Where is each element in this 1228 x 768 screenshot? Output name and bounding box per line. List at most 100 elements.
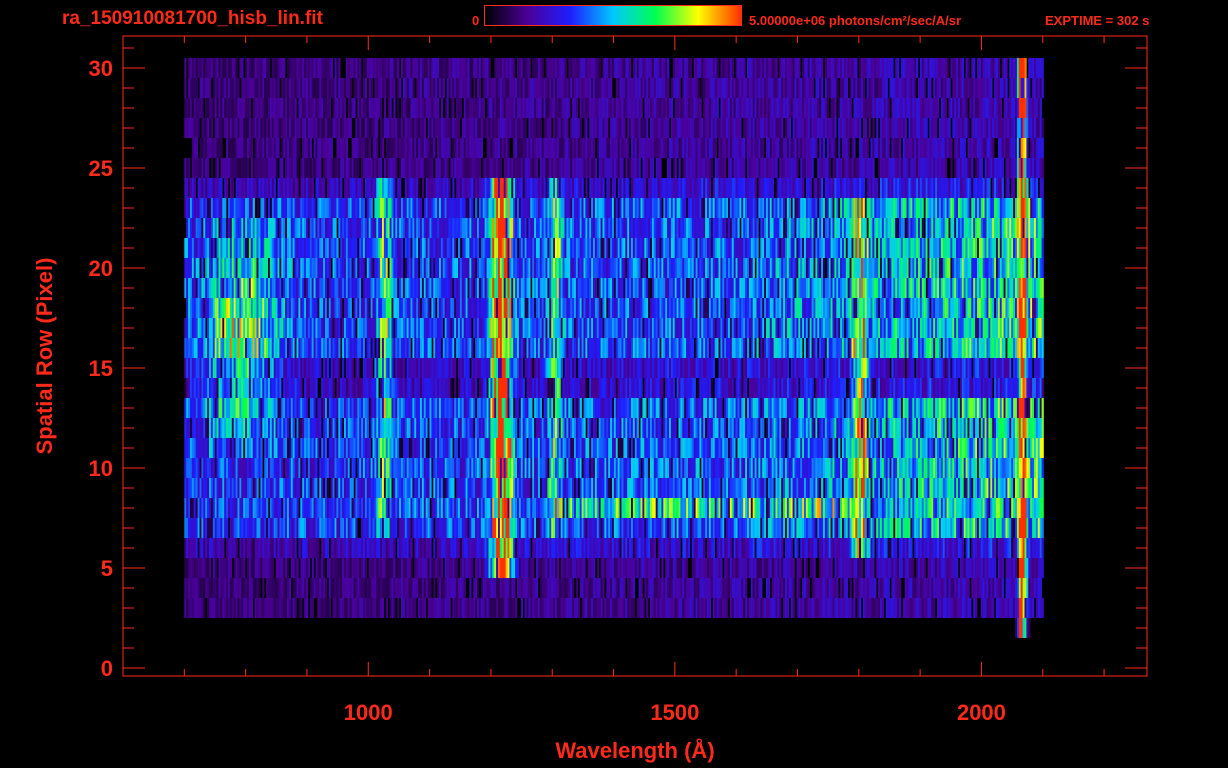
heatmap-cell	[465, 598, 468, 618]
heatmap-cell	[315, 398, 318, 418]
heatmap-cell	[747, 458, 750, 478]
heatmap-cell	[423, 438, 426, 458]
heatmap-cell	[1022, 558, 1025, 578]
heatmap-cell	[556, 598, 560, 618]
heatmap-cell	[587, 478, 590, 498]
heatmap-cell	[593, 558, 596, 578]
heatmap-cell	[549, 398, 552, 418]
heatmap-cell	[752, 438, 755, 458]
heatmap-cell	[764, 458, 767, 478]
heatmap-cell	[809, 598, 812, 618]
heatmap-cell	[627, 578, 630, 598]
heatmap-cell	[351, 378, 354, 398]
heatmap-cell	[988, 558, 991, 578]
heatmap-cell	[604, 418, 607, 438]
heatmap-cell	[307, 558, 311, 578]
heatmap-cell	[517, 458, 520, 478]
heatmap-cell	[222, 378, 225, 398]
heatmap-cell	[347, 538, 350, 558]
heatmap-cell	[277, 438, 280, 458]
heatmap-cell	[927, 398, 930, 418]
heatmap-cell	[686, 558, 689, 578]
heatmap-cell	[754, 418, 757, 438]
heatmap-cell	[433, 378, 436, 398]
heatmap-cell	[933, 518, 936, 538]
heatmap-cell	[788, 398, 791, 418]
heatmap-cell	[326, 538, 330, 558]
heatmap-cell	[383, 378, 387, 398]
heatmap-cell	[520, 578, 523, 598]
heatmap-cell	[572, 518, 575, 538]
heatmap-cell	[682, 498, 685, 518]
heatmap-cell	[210, 498, 214, 518]
heatmap-cell	[937, 478, 940, 498]
heatmap-cell	[615, 558, 618, 578]
heatmap-cell	[201, 418, 204, 438]
heatmap-cell	[446, 458, 449, 478]
heatmap-cell	[357, 438, 360, 458]
heatmap-cell	[961, 558, 964, 578]
heatmap-cell	[484, 558, 487, 578]
heatmap-cell	[895, 558, 898, 578]
heatmap-cell	[952, 418, 955, 438]
heatmap-cell	[959, 578, 963, 598]
heatmap-cell	[399, 558, 402, 578]
heatmap-cell	[855, 498, 858, 518]
heatmap-cell	[231, 458, 234, 478]
heatmap-cell	[214, 418, 217, 438]
heatmap-cell	[277, 498, 280, 518]
heatmap-cell	[670, 518, 674, 538]
heatmap-cell	[802, 598, 805, 618]
heatmap-cell	[853, 438, 856, 458]
heatmap-cell	[555, 418, 558, 438]
heatmap-cell	[313, 578, 316, 598]
heatmap-cell	[642, 538, 645, 558]
heatmap-cell	[401, 478, 404, 498]
heatmap-cell	[805, 538, 809, 558]
heatmap-cell	[393, 538, 396, 558]
heatmap-cell	[680, 558, 683, 578]
heatmap-cell	[828, 578, 831, 598]
heatmap-cell	[496, 378, 499, 398]
heatmap-cell	[927, 458, 930, 478]
heatmap-cell	[509, 598, 512, 618]
heatmap-cell	[1009, 498, 1012, 518]
heatmap-cell	[201, 518, 204, 538]
heatmap-cell	[556, 478, 560, 498]
heatmap-cell	[747, 418, 750, 438]
heatmap-cell	[488, 558, 491, 578]
heatmap-cell	[1015, 618, 1018, 638]
heatmap-cell	[315, 418, 318, 438]
heatmap-cell	[786, 478, 790, 498]
heatmap-cell	[857, 538, 860, 558]
heatmap-cell	[311, 438, 314, 458]
heatmap-cell	[754, 478, 757, 498]
heatmap-cell	[891, 598, 894, 618]
heatmap-cell	[819, 418, 822, 438]
heatmap-cell	[950, 498, 953, 518]
heatmap-cell	[612, 598, 615, 618]
heatmap-cell	[188, 398, 191, 418]
heatmap-cell	[315, 498, 318, 518]
heatmap-cell	[779, 558, 782, 578]
heatmap-cell	[832, 518, 835, 538]
heatmap-cell	[490, 458, 493, 478]
heatmap-cell	[558, 518, 561, 538]
heatmap-cell	[332, 438, 335, 458]
heatmap-cell	[842, 458, 845, 478]
heatmap-cell	[184, 478, 187, 498]
heatmap-cell	[868, 438, 871, 458]
heatmap-cell	[1032, 578, 1035, 598]
heatmap-cell	[994, 518, 997, 538]
heatmap-cell	[971, 578, 974, 598]
heatmap-cell	[347, 378, 350, 398]
heatmap-cell	[1028, 418, 1031, 438]
heatmap-cell	[556, 458, 560, 478]
heatmap-cell	[518, 398, 522, 418]
heatmap-cell	[598, 438, 601, 458]
heatmap-cell	[290, 478, 293, 498]
heatmap-cell	[566, 558, 569, 578]
heatmap-cell	[868, 458, 871, 478]
heatmap-cell	[505, 438, 508, 458]
heatmap-cell	[969, 418, 972, 438]
